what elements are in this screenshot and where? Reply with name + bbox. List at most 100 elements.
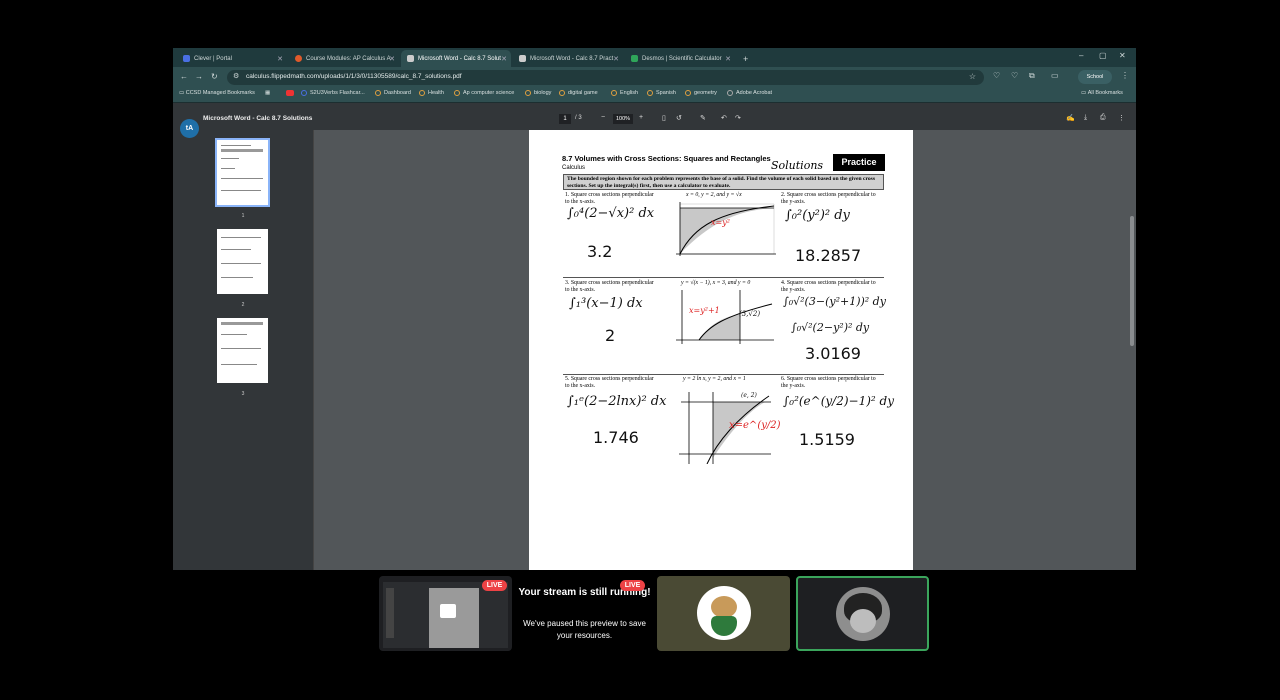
screen-thumbnail	[383, 582, 508, 648]
zoom-input[interactable]: 100%	[613, 114, 633, 124]
close-icon[interactable]: ✕	[389, 55, 395, 63]
minimize-icon[interactable]: –	[1079, 51, 1083, 60]
pdf-icon	[519, 55, 526, 62]
bookmark-item[interactable]: biology	[525, 90, 551, 96]
zoom-out-icon[interactable]: −	[601, 114, 605, 121]
zoom-in-icon[interactable]: +	[639, 114, 643, 121]
canvas-icon	[295, 55, 302, 62]
tab-label: Microsoft Word - Calc 8.7 Solut	[418, 55, 501, 62]
bookmark-item[interactable]: digital game	[559, 90, 598, 96]
bookmark-item[interactable]: Spanish	[647, 90, 676, 96]
extensions-puzzle-icon[interactable]: ⧉	[1029, 71, 1035, 81]
tab-clever[interactable]: Clever | Portal ✕	[177, 50, 287, 67]
download-icon[interactable]: ⤓	[1084, 114, 1087, 122]
tab-desmos[interactable]: Desmos | Scientific Calculator ✕	[625, 50, 735, 67]
problem-1-graph	[676, 202, 776, 256]
apps-grid-icon[interactable]: ▦	[265, 90, 270, 96]
avatar	[836, 587, 890, 641]
problem-3-point: (3,√2)	[739, 310, 761, 318]
tab-label: Clever | Portal	[194, 55, 232, 62]
tab-calc-solutions[interactable]: Microsoft Word - Calc 8.7 Solut ✕	[401, 50, 511, 67]
bookmark-item[interactable]: Adobe Acrobat	[727, 90, 772, 96]
page-total: / 3	[575, 115, 582, 121]
tab-course-modules[interactable]: Course Modules: AP Calculus A ✕	[289, 50, 399, 67]
pdf-toolbar: Microsoft Word - Calc 8.7 Solutions 1 / …	[173, 110, 1136, 130]
close-icon[interactable]: ✕	[501, 55, 507, 63]
instructions-box: The bounded region shown for each proble…	[563, 174, 884, 190]
pdf-top-spacer	[173, 103, 1136, 110]
page-number-input[interactable]: 1	[559, 114, 571, 124]
new-tab-button[interactable]: +	[737, 50, 751, 67]
problem-5-region: y = 2 ln x, y = 2, and x = 1	[683, 376, 746, 382]
undo-icon[interactable]: ↶	[721, 114, 727, 122]
document-title: 8.7 Volumes with Cross Sections: Squares…	[562, 154, 771, 163]
participant-tile[interactable]	[657, 576, 790, 651]
stream-preview-screen[interactable]: LIVE	[379, 576, 512, 651]
problem-5-answer: 1.746	[593, 428, 639, 447]
profile-button[interactable]: School	[1078, 70, 1112, 84]
maximize-icon[interactable]: ▢	[1099, 51, 1107, 60]
reload-icon[interactable]: ↻	[211, 72, 218, 81]
thumbnail-sidebar: 1 2 3	[173, 130, 314, 570]
document-subtitle: Calculus	[562, 165, 586, 171]
problem-6-integral: ∫₀²(e^(y/2)−1)² dy	[783, 394, 894, 408]
tab-strip: Clever | Portal ✕ Course Modules: AP Cal…	[173, 48, 1136, 67]
problem-3-integral: ∫₁³(x−1) dx	[569, 296, 643, 311]
address-bar[interactable]: ⚙ calculus.flippedmath.com/uploads/1/1/3…	[227, 70, 984, 85]
browser-toolbar: ← → ↻ ⚙ calculus.flippedmath.com/uploads…	[173, 67, 1136, 88]
problem-5-integral: ∫₁ᵉ(2−2lnx)² dx	[567, 394, 667, 409]
all-bookmarks[interactable]: ▭ All Bookmarks	[1081, 90, 1123, 96]
browser-window: Clever | Portal ✕ Course Modules: AP Cal…	[173, 48, 1136, 570]
thumbnail-number: 1	[241, 213, 245, 219]
annotation-icon[interactable]: ✍	[1066, 114, 1075, 122]
problem-3: 3. Square cross sections perpendicular t…	[565, 280, 654, 293]
close-icon[interactable]: ✕	[277, 55, 283, 63]
forward-icon[interactable]: →	[195, 72, 203, 81]
menu-icon[interactable]: ⋮	[1121, 71, 1129, 80]
bookmark-folder[interactable]: ▭ CCSD Managed Bookmarks	[179, 90, 255, 96]
scrollbar-thumb[interactable]	[1130, 216, 1134, 346]
rotate-icon[interactable]: ↺	[676, 114, 682, 122]
site-info-icon[interactable]: ⚙	[233, 72, 239, 80]
problem-4-integral: ∫₀√²(3−(y²+1))² dy	[783, 295, 886, 308]
practice-badge: Practice	[833, 154, 885, 171]
close-icon[interactable]: ✕	[613, 55, 619, 63]
bookmark-item[interactable]: geometry	[685, 90, 717, 96]
bookmark-item[interactable]: Ap computer science	[454, 90, 514, 96]
problem-5-point: (e, 2)	[741, 392, 757, 399]
page-thumbnail[interactable]	[215, 138, 270, 207]
close-window-icon[interactable]: ✕	[1119, 51, 1126, 60]
bookmark-item[interactable]: English	[611, 90, 638, 96]
bookmark-item[interactable]: Dashboard	[375, 90, 411, 96]
print-icon[interactable]: ⎙	[1100, 114, 1106, 122]
problem-1: 1. Square cross sections perpendicular t…	[565, 192, 654, 205]
page-thumbnail[interactable]	[217, 318, 268, 383]
handwritten-solutions: Solutions	[771, 159, 824, 172]
tab-calc-practice[interactable]: Microsoft Word - Calc 8.7 Pract ✕	[513, 50, 623, 67]
pdf-page: 8.7 Volumes with Cross Sections: Squares…	[529, 130, 913, 570]
fit-page-icon[interactable]: ▯	[662, 114, 666, 122]
problem-5-note: x=e^(y/2)	[729, 420, 781, 431]
problem-1-answer: 3.2	[587, 242, 613, 261]
extension-icon[interactable]: ♡	[993, 71, 1000, 80]
side-panel-icon[interactable]: ▭	[1051, 71, 1059, 80]
youtube-icon[interactable]	[286, 90, 294, 96]
avatar[interactable]: tA	[180, 119, 199, 138]
draw-icon[interactable]: ✎	[700, 114, 706, 122]
pdf-viewport[interactable]: 8.7 Volumes with Cross Sections: Squares…	[314, 130, 1136, 570]
close-icon[interactable]: ✕	[725, 55, 731, 63]
back-icon[interactable]: ←	[180, 72, 188, 81]
extension-icon[interactable]: ♡	[1011, 71, 1018, 80]
page-thumbnail[interactable]	[217, 229, 268, 294]
participant-tile-speaking[interactable]	[796, 576, 929, 651]
problem-2-answer: 18.2857	[795, 246, 862, 265]
redo-icon[interactable]: ↷	[735, 114, 741, 122]
bookmark-item[interactable]: S2U3Verbs Flashcar...	[301, 90, 365, 96]
live-badge: LIVE	[482, 580, 507, 591]
live-badge: LIVE	[620, 580, 645, 591]
problem-4-answer: 3.0169	[805, 344, 861, 363]
bookmark-star-icon[interactable]: ☆	[969, 72, 976, 81]
more-icon[interactable]: ⋮	[1118, 114, 1125, 122]
stream-paused-notice: Your stream is still running! We've paus…	[518, 576, 651, 651]
bookmark-item[interactable]: Health	[419, 90, 444, 96]
